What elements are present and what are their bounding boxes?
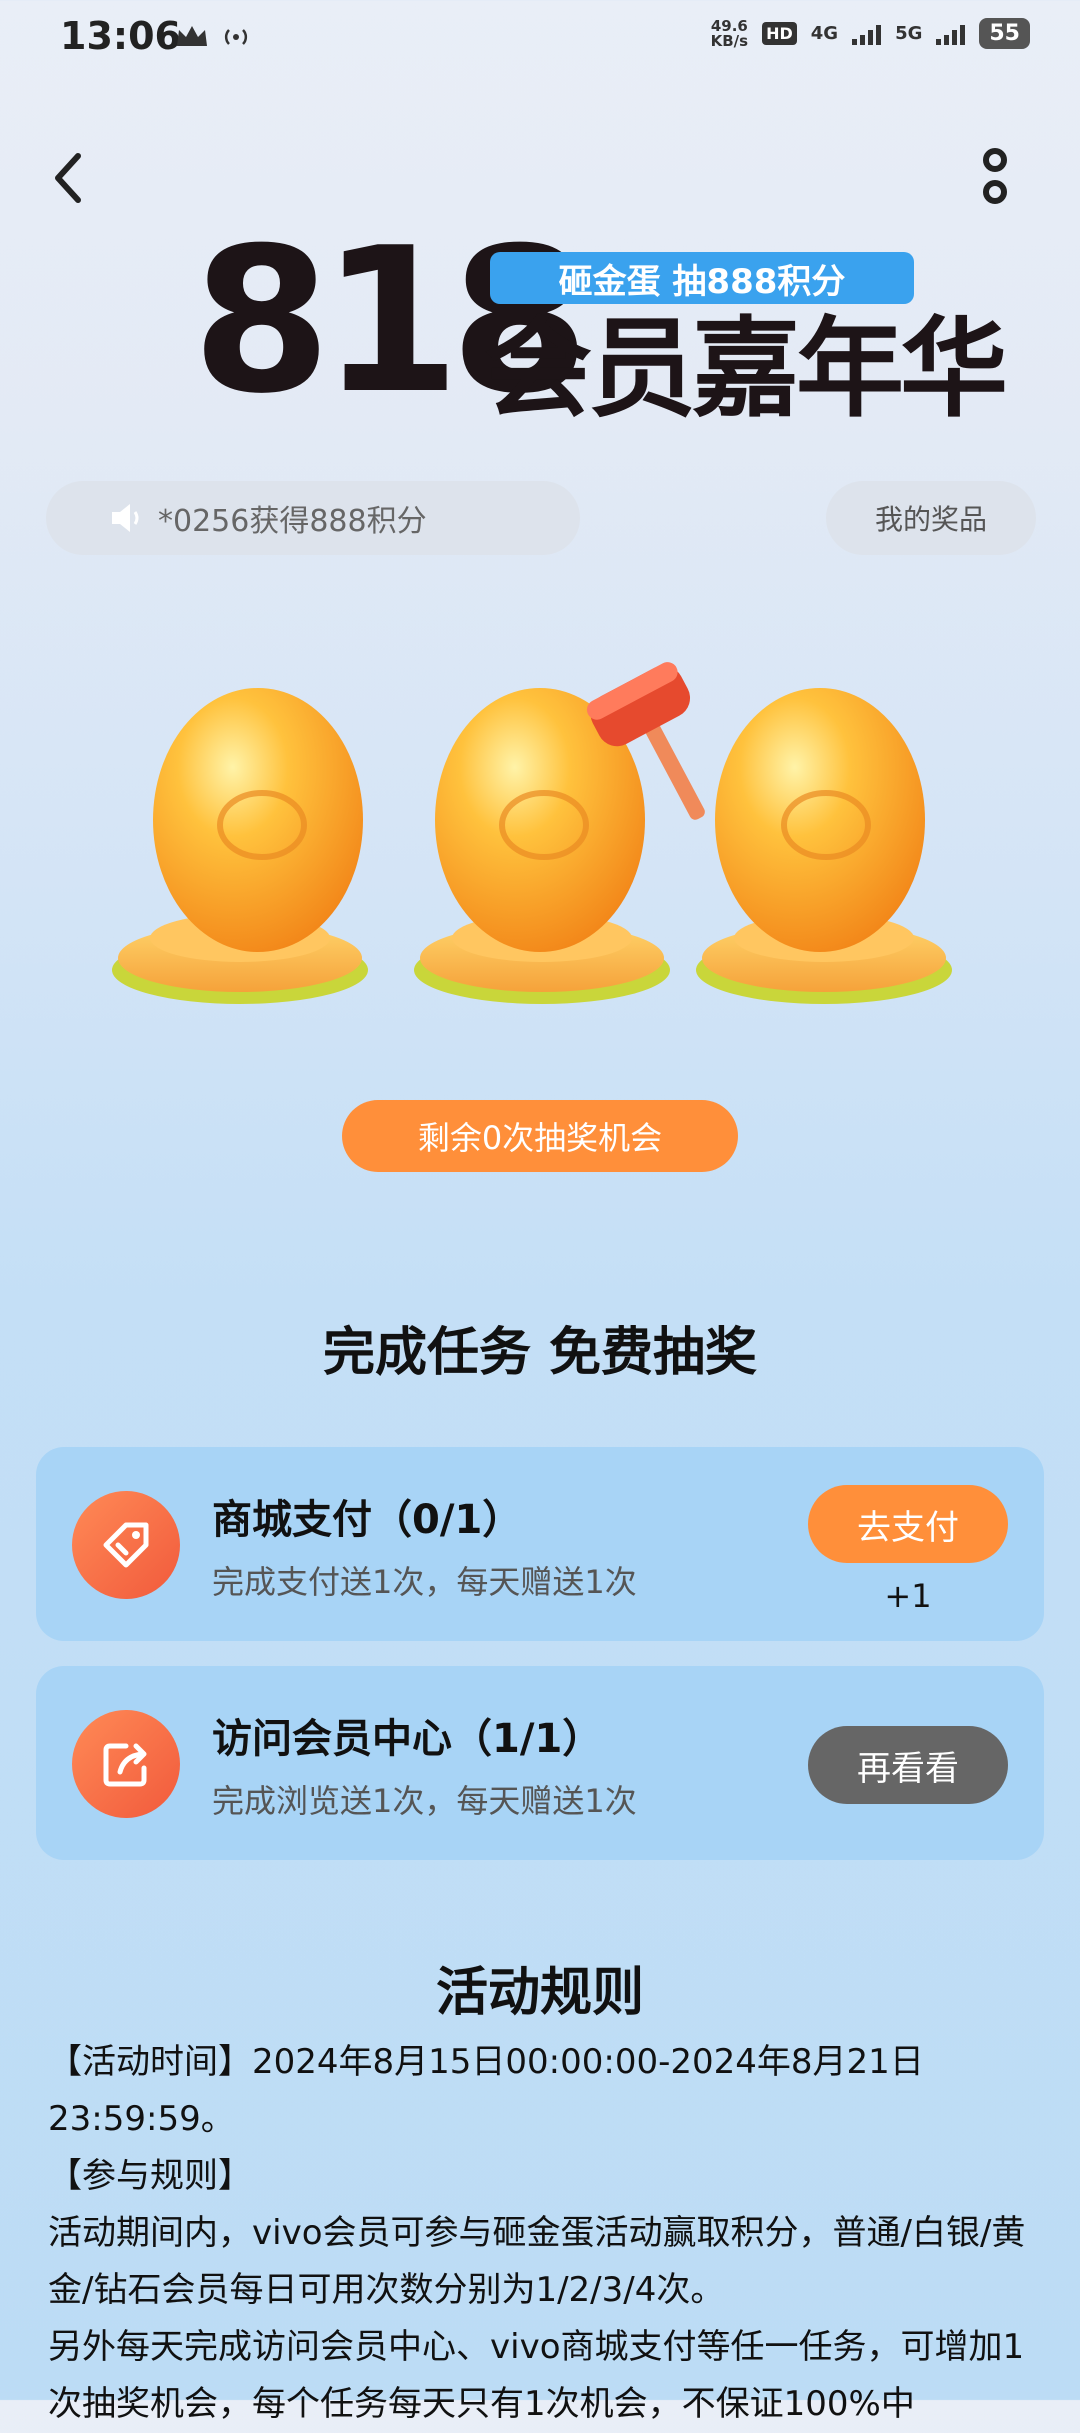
status-time: 13:06 [60,14,181,58]
back-arrow-icon[interactable] [48,148,88,208]
tag-icon [72,1491,180,1599]
remaining-draws: 剩余0次抽奖机会 [342,1100,738,1172]
rules-title: 活动规则 [435,1963,644,2023]
my-prizes-button[interactable]: 我的奖品 [826,481,1036,555]
rules-line: 另外每天完成访问会员中心、vivo商城支付等任一任务，可增加1次抽奖机会，每个任… [48,2327,1025,2424]
hero-pill: 砸金蛋 抽888积分 [490,252,914,304]
rules-line: 【活动时间】2024年8月15日00:00:00-2024年8月21日23:59… [48,2042,924,2139]
more-options-icon[interactable] [978,146,1012,210]
crown-icon [177,26,207,46]
task-description: 完成浏览送1次，每天赠送1次 [212,1782,637,1820]
battery-level: 55 [979,18,1030,49]
sim2-label: 5G [895,23,923,44]
egg-right[interactable] [696,688,952,1004]
task-title: 访问会员中心（1/1） [212,1716,603,1762]
hero-subtitle: 会员嘉年华 [484,307,1008,432]
status-left-icons [175,24,251,50]
reward-label: +1 [884,1577,932,1615]
sim1-label: 4G [810,23,839,44]
speaker-icon [112,504,139,532]
rules-line: 【参与规则】 [48,2156,252,2196]
view-again-button[interactable]: 再看看 [808,1726,1008,1804]
task-title: 商城支付（0/1） [212,1497,523,1543]
task-card-visit: 访问会员中心（1/1） 完成浏览送1次，每天赠送1次 再看看 [36,1666,1044,1860]
network-speed: 49.6 KB/s [710,18,749,50]
hotspot-icon [224,29,248,45]
winner-marquee: *0256获得888积分 [46,481,580,555]
status-bar: 13:06 49.6 KB/s HD 4G 5G 55 [0,0,1080,80]
golden-eggs[interactable] [110,640,1010,1040]
status-right-icons: 49.6 KB/s HD 4G 5G 55 [711,18,1030,49]
egg-left[interactable] [112,688,368,1004]
network-speed-unit: KB/s [710,31,749,50]
signal-icon [852,23,882,45]
share-icon [72,1710,180,1818]
go-pay-button[interactable]: 去支付 [808,1485,1008,1563]
marquee-text: *0256获得888积分 [158,504,427,539]
rules-body: 【活动时间】2024年8月15日00:00:00-2024年8月21日23:59… [48,2034,1038,2433]
task-card-payment: 商城支付（0/1） 完成支付送1次，每天赠送1次 去支付 +1 [36,1447,1044,1641]
task-description: 完成支付送1次，每天赠送1次 [212,1563,637,1601]
tasks-section-title: 完成任务 免费抽奖 [322,1323,758,1383]
signal-icon [936,23,966,45]
hd-badge: HD [762,22,797,45]
rules-line: 活动期间内，vivo会员可参与砸金蛋活动赢取积分，普通/白银/黄金/钻石会员每日… [48,2213,1026,2310]
